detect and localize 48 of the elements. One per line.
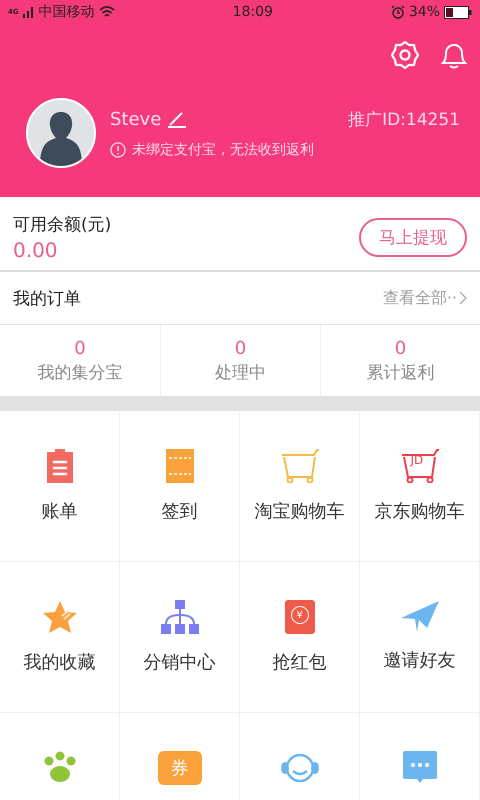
signal-icon bbox=[22, 6, 35, 18]
menu-label: 我的收藏 bbox=[24, 651, 96, 674]
cart-icon bbox=[280, 449, 318, 483]
headset-icon bbox=[280, 751, 320, 785]
coupon-icon: 券 bbox=[158, 751, 202, 785]
hierarchy-icon bbox=[160, 600, 200, 634]
menu-label: 分销中心 bbox=[144, 651, 216, 674]
menu-label: 邀请好友 bbox=[384, 649, 456, 672]
stat-label: 处理中 bbox=[215, 362, 266, 384]
menu-tile[interactable]: ¥ 抢红包 bbox=[240, 562, 360, 713]
menu-tile[interactable]: 邀请好友 bbox=[360, 562, 480, 713]
menu-label: 抢红包 bbox=[272, 651, 326, 674]
stat-value: 0 bbox=[394, 338, 406, 358]
battery-icon bbox=[444, 6, 472, 18]
carrier-name: 中国移动 bbox=[38, 3, 95, 21]
warning-icon bbox=[110, 142, 126, 158]
wifi-icon bbox=[98, 6, 115, 18]
stat-label: 我的集分宝 bbox=[38, 362, 122, 384]
balance-label: 可用余额(元) bbox=[13, 214, 112, 236]
menu-tile[interactable]: 账单 bbox=[0, 411, 120, 562]
menu-tile[interactable]: 签到 bbox=[120, 411, 240, 562]
stat-value: 0 bbox=[234, 338, 246, 358]
edit-pencil-icon[interactable] bbox=[167, 110, 188, 128]
alarm-icon bbox=[390, 5, 405, 19]
paper-plane-icon bbox=[400, 600, 438, 632]
alipay-warning: 未绑定支付宝，无法收到返利 bbox=[132, 140, 314, 158]
status-time: 18:09 bbox=[232, 4, 274, 20]
battery-percent: 34% bbox=[408, 4, 440, 20]
paw-icon bbox=[42, 751, 76, 783]
menu-tile[interactable]: 我的收藏 bbox=[0, 562, 120, 713]
menu-label: 签到 bbox=[162, 500, 198, 523]
promo-id: 推广ID:14251 bbox=[348, 108, 460, 130]
menu-tile[interactable]: 淘宝购物车 bbox=[240, 411, 360, 562]
menu-label: 淘宝购物车 bbox=[254, 500, 344, 523]
menu-tile[interactable]: 分销中心 bbox=[120, 562, 240, 713]
star-icon bbox=[42, 600, 78, 634]
menu-label: 账单 bbox=[42, 500, 78, 523]
orders-title: 我的订单 bbox=[13, 288, 82, 310]
stat-label: 累计返利 bbox=[366, 362, 434, 384]
settings-icon[interactable] bbox=[390, 40, 420, 70]
balance-amount: 0.00 bbox=[13, 238, 59, 262]
stat-value: 0 bbox=[74, 338, 86, 358]
envelope-icon: ¥ bbox=[284, 600, 314, 634]
chevron-icon bbox=[459, 291, 467, 305]
user-name: Steve bbox=[110, 108, 162, 130]
menu-label: 京东购物车 bbox=[374, 500, 464, 523]
ticket-icon bbox=[166, 449, 194, 483]
chat-icon bbox=[402, 751, 436, 785]
